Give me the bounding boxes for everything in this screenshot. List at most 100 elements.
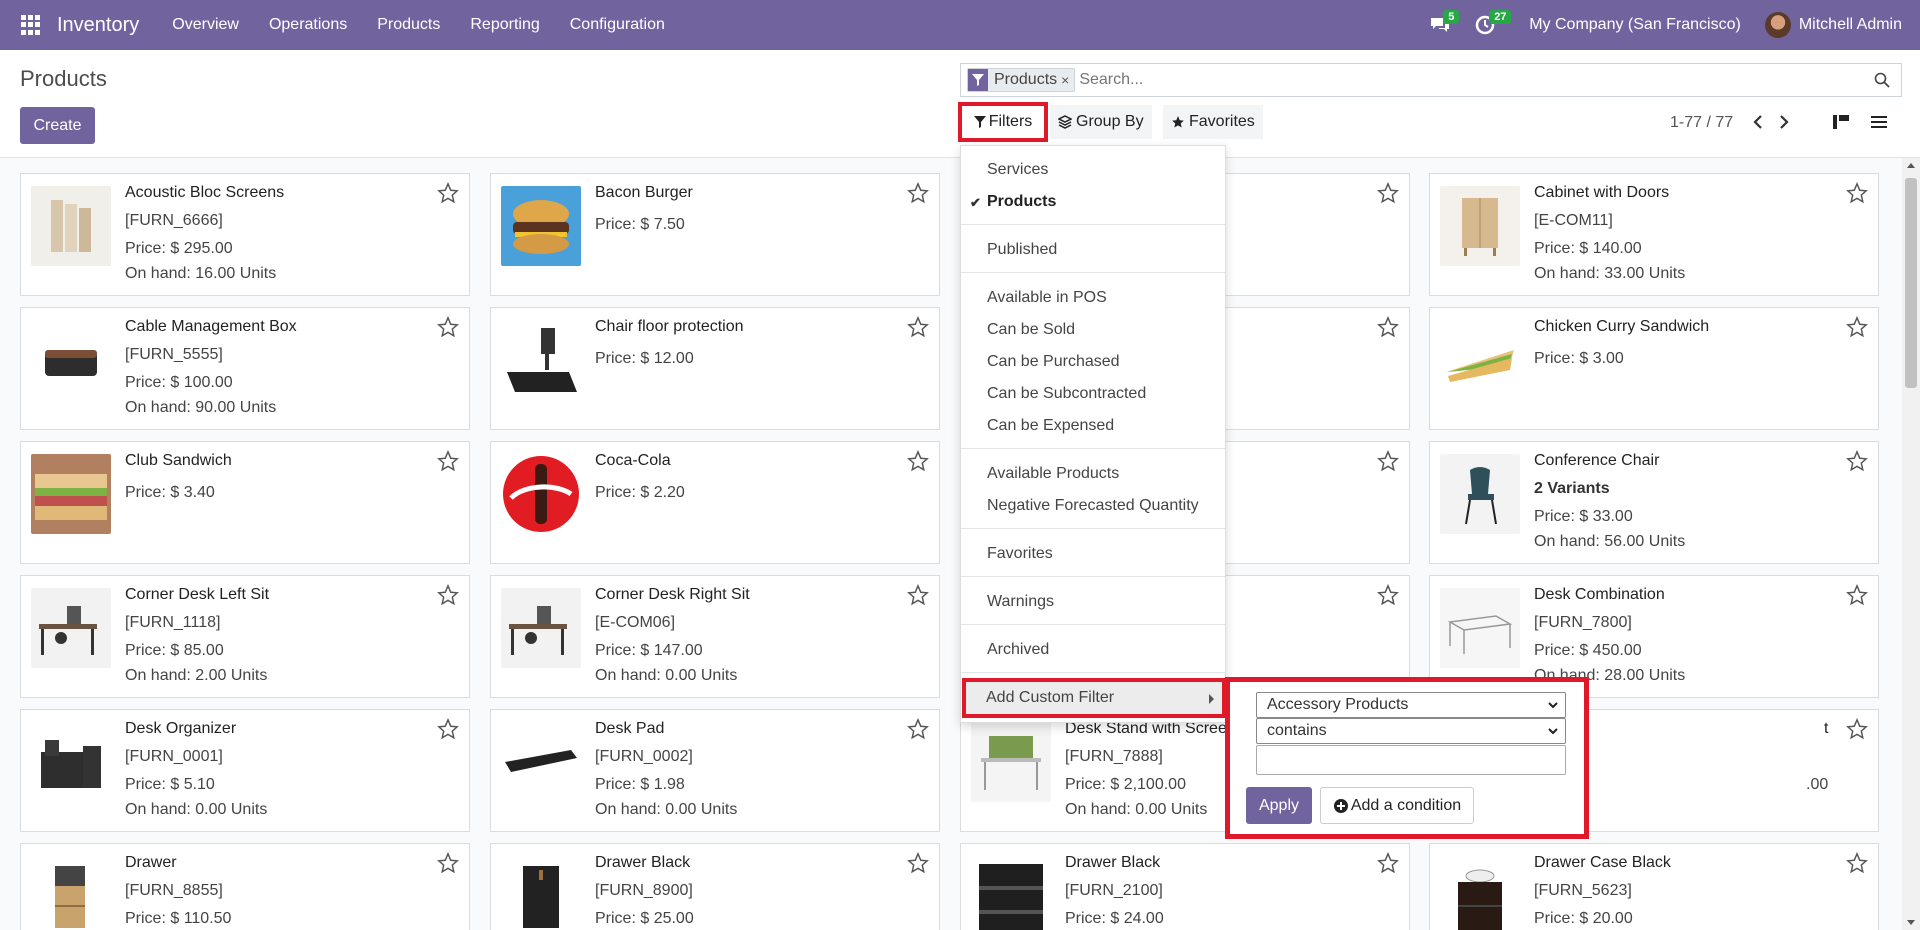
filter-option-available-products[interactable]: Available Products <box>961 460 1225 488</box>
filter-option-services[interactable]: Services <box>961 156 1225 184</box>
list-view-button[interactable] <box>1864 107 1894 137</box>
product-card[interactable]: Acoustic Bloc Screens [FURN_6666] Price:… <box>20 173 470 296</box>
product-name: Chair floor protection <box>595 318 744 335</box>
filter-option-label: Products <box>987 193 1057 210</box>
product-image <box>501 856 581 930</box>
product-card[interactable]: Cable Management Box [FURN_5555] Price: … <box>20 307 470 430</box>
product-price: Price: $ 140.00 <box>1534 240 1642 257</box>
star-outline-icon[interactable] <box>1377 316 1399 338</box>
filter-option-can-be-subcontracted[interactable]: Can be Subcontracted <box>961 380 1225 408</box>
filters-button[interactable]: Filters <box>958 102 1048 142</box>
apply-button[interactable]: Apply <box>1246 787 1312 824</box>
favorites-button[interactable]: Favorites <box>1163 105 1263 139</box>
star-outline-icon[interactable] <box>1377 584 1399 606</box>
product-card[interactable]: Club Sandwich Price: $ 3.40 <box>20 441 470 564</box>
star-outline-icon[interactable] <box>437 450 459 472</box>
add-condition-button[interactable]: Add a condition <box>1320 787 1474 824</box>
star-outline-icon[interactable] <box>1377 852 1399 874</box>
user-menu[interactable]: Mitchell Admin <box>1799 16 1902 34</box>
product-card[interactable]: Chicken Curry Sandwich Price: $ 3.00 <box>1429 307 1879 430</box>
product-card[interactable]: Drawer Black [FURN_2100] Price: $ 24.00 <box>960 843 1410 930</box>
group-by-button[interactable]: Group By <box>1050 105 1152 139</box>
filter-option-archived[interactable]: Archived <box>961 636 1225 664</box>
menu-products[interactable]: Products <box>377 16 440 34</box>
star-outline-icon[interactable] <box>437 852 459 874</box>
star-outline-icon[interactable] <box>1846 852 1868 874</box>
filter-option-can-be-purchased[interactable]: Can be Purchased <box>961 348 1225 376</box>
product-card[interactable]: Drawer [FURN_8855] Price: $ 110.50 <box>20 843 470 930</box>
menu-operations[interactable]: Operations <box>269 16 347 34</box>
vertical-scrollbar[interactable] <box>1902 158 1920 930</box>
star-outline-icon[interactable] <box>1846 450 1868 472</box>
product-card[interactable]: Chair floor protection Price: $ 12.00 <box>490 307 940 430</box>
product-card[interactable]: Conference Chair 2 Variants Price: $ 33.… <box>1429 441 1879 564</box>
star-outline-icon[interactable] <box>437 316 459 338</box>
star-outline-icon[interactable] <box>1846 316 1868 338</box>
search-bar[interactable]: Products × <box>960 63 1902 97</box>
product-card[interactable]: Drawer Black [FURN_8900] Price: $ 25.00 <box>490 843 940 930</box>
filter-option-can-be-sold[interactable]: Can be Sold <box>961 316 1225 344</box>
apps-grid-icon[interactable] <box>21 15 41 35</box>
star-outline-icon[interactable] <box>907 182 929 204</box>
star-outline-icon[interactable] <box>437 584 459 606</box>
star-outline-icon[interactable] <box>907 718 929 740</box>
star-outline-icon[interactable] <box>437 718 459 740</box>
filter-option-available-in-pos[interactable]: Available in POS <box>961 284 1225 312</box>
star-outline-icon[interactable] <box>1377 182 1399 204</box>
custom-filter-field-select[interactable]: Accessory Products <box>1256 692 1566 718</box>
kanban-view-button[interactable] <box>1826 107 1856 137</box>
user-avatar[interactable] <box>1764 12 1791 38</box>
filter-option-negative-forecasted[interactable]: Negative Forecasted Quantity <box>961 492 1225 520</box>
star-outline-icon[interactable] <box>907 316 929 338</box>
custom-filter-operator-select[interactable]: contains <box>1256 718 1566 744</box>
scroll-thumb[interactable] <box>1905 178 1917 388</box>
custom-filter-value-input[interactable] <box>1256 745 1566 775</box>
menu-overview[interactable]: Overview <box>172 16 239 34</box>
add-condition-label: Add a condition <box>1350 796 1462 814</box>
pager-value[interactable]: 1-77 / 77 <box>1670 114 1733 132</box>
menu-reporting[interactable]: Reporting <box>470 16 539 34</box>
filter-option-favorites[interactable]: Favorites <box>961 540 1225 568</box>
product-reference: [FURN_5623] <box>1534 882 1632 899</box>
create-button[interactable]: Create <box>20 107 95 144</box>
filter-option-can-be-expensed[interactable]: Can be Expensed <box>961 412 1225 440</box>
product-card[interactable]: Coca-Cola Price: $ 2.20 <box>490 441 940 564</box>
filter-option-warnings[interactable]: Warnings <box>961 588 1225 616</box>
facet-remove-button[interactable]: × <box>1061 72 1074 88</box>
product-image <box>31 722 111 802</box>
product-variants: 2 Variants <box>1534 480 1610 497</box>
chevron-right-icon[interactable] <box>1774 112 1794 132</box>
add-custom-filter-toggle[interactable]: Add Custom Filter <box>962 678 1226 718</box>
star-outline-icon[interactable] <box>1846 182 1868 204</box>
star-outline-icon[interactable] <box>1377 450 1399 472</box>
search-icon[interactable] <box>1867 65 1897 95</box>
star-outline-icon[interactable] <box>907 852 929 874</box>
product-card[interactable]: Desk Pad [FURN_0002] Price: $ 1.98 On ha… <box>490 709 940 832</box>
star-outline-icon[interactable] <box>1846 718 1868 740</box>
star-outline-icon[interactable] <box>1846 584 1868 606</box>
messages-button[interactable]: 5 <box>1429 0 1460 50</box>
activities-button[interactable]: 27 <box>1475 0 1512 50</box>
filter-option-products[interactable]: ✔ Products <box>961 188 1225 216</box>
product-price: Price: $ 7.50 <box>595 216 685 233</box>
product-card[interactable]: Cabinet with Doors [E-COM11] Price: $ 14… <box>1429 173 1879 296</box>
scroll-up-icon[interactable] <box>1907 163 1915 168</box>
app-name[interactable]: Inventory <box>57 14 139 37</box>
menu-configuration[interactable]: Configuration <box>570 16 665 34</box>
product-name: Corner Desk Left Sit <box>125 586 270 603</box>
chevron-left-icon[interactable] <box>1748 112 1768 132</box>
product-card[interactable]: Drawer Case Black [FURN_5623] Price: $ 2… <box>1429 843 1879 930</box>
scroll-down-icon[interactable] <box>1907 920 1915 925</box>
filter-option-published[interactable]: Published <box>961 236 1225 264</box>
product-reference: [FURN_6666] <box>125 212 223 229</box>
product-card[interactable]: Corner Desk Left Sit [FURN_1118] Price: … <box>20 575 470 698</box>
search-input[interactable] <box>1079 71 1867 89</box>
star-outline-icon[interactable] <box>907 584 929 606</box>
product-on-hand: On hand: 33.00 Units <box>1534 265 1686 282</box>
star-outline-icon[interactable] <box>437 182 459 204</box>
product-card[interactable]: Corner Desk Right Sit [E-COM06] Price: $… <box>490 575 940 698</box>
product-card[interactable]: Bacon Burger Price: $ 7.50 <box>490 173 940 296</box>
product-card[interactable]: Desk Organizer [FURN_0001] Price: $ 5.10… <box>20 709 470 832</box>
star-outline-icon[interactable] <box>907 450 929 472</box>
company-switcher[interactable]: My Company (San Francisco) <box>1529 16 1741 34</box>
